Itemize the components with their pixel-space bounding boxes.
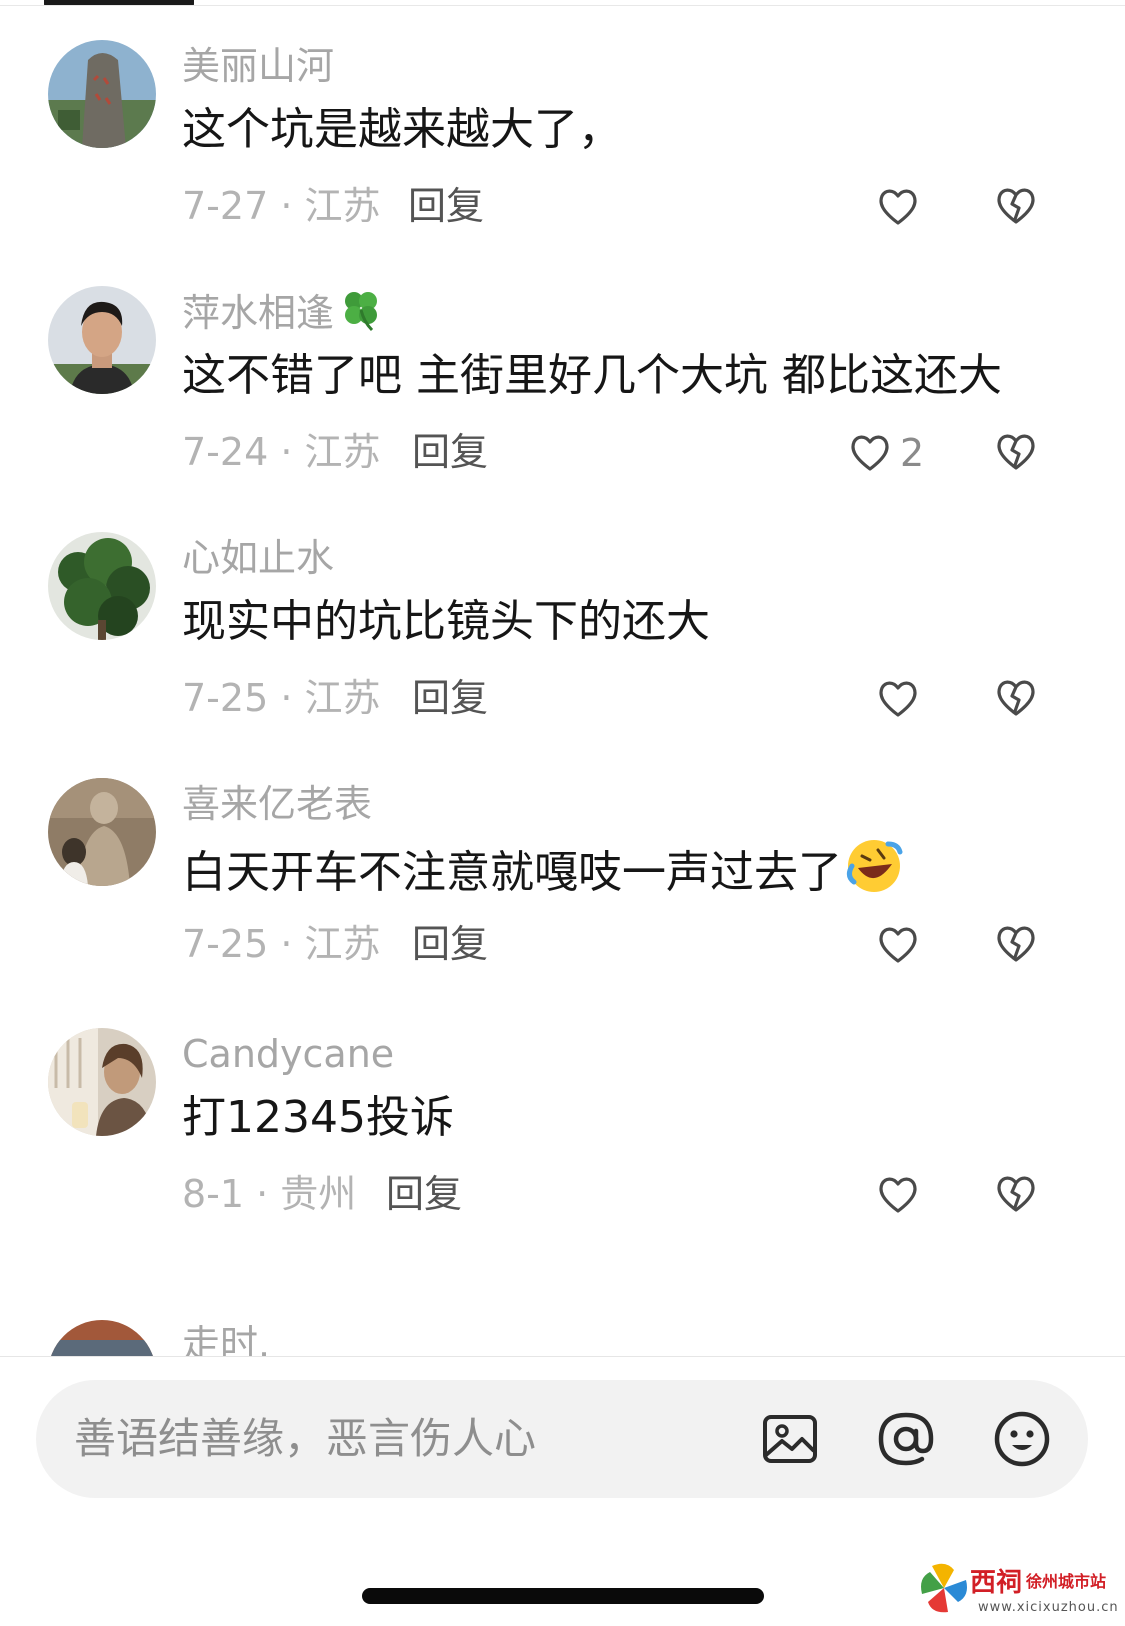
comment-input-placeholder[interactable]: 善语结善缘，恶言伤人心 xyxy=(74,1380,536,1498)
avatar-image xyxy=(48,778,156,886)
comment-username[interactable]: 美丽山河 xyxy=(182,40,334,92)
comment-list-screen: 美丽山河 这个坑是越来越大了， 7-27 · 江苏 回复 萍水相逢 这不错了吧 … xyxy=(0,0,1125,1626)
comment-text: 白天开车不注意就嘎吱一声过去了 xyxy=(182,836,904,914)
avatar-image xyxy=(48,1028,156,1136)
broken-heart-icon xyxy=(997,926,1035,962)
input-divider xyxy=(0,1356,1125,1357)
reply-button[interactable]: 回复 xyxy=(412,914,488,974)
avatar[interactable] xyxy=(48,1320,156,1356)
broken-heart-icon xyxy=(997,188,1035,224)
comment-text: 现实中的坑比镜头下的还大 xyxy=(182,596,710,647)
broken-heart-icon xyxy=(997,680,1035,716)
rolling-laughing-emoji-icon xyxy=(844,836,904,914)
at-mention-icon[interactable] xyxy=(876,1409,936,1469)
comment-username[interactable]: Candycane xyxy=(182,1028,394,1080)
avatar-image xyxy=(48,286,156,394)
avatar-image xyxy=(48,1320,156,1356)
like-button[interactable] xyxy=(876,676,928,722)
comment-date-region: 7-25 · 江苏 xyxy=(182,676,381,720)
comment-date-region: 7-24 · 江苏 xyxy=(182,430,381,474)
home-indicator xyxy=(362,1588,764,1604)
comment-date-region: 8-1 · 贵州 xyxy=(182,1172,357,1216)
reply-button[interactable]: 回复 xyxy=(412,668,488,728)
comment-item: 萍水相逢 这不错了吧 主街里好几个大坑 都比这还大 7-24 · 江苏 回复 2 xyxy=(0,286,1125,526)
reply-button[interactable]: 回复 xyxy=(408,176,484,236)
avatar[interactable] xyxy=(48,778,156,886)
avatar[interactable] xyxy=(48,286,156,394)
comment-username[interactable]: 心如止水 xyxy=(182,532,334,584)
comment-text: 这个坑是越来越大了， xyxy=(182,104,622,155)
comment-meta: 7-25 · 江苏 回复 xyxy=(182,914,1082,974)
comment-text: 这不错了吧 主街里好几个大坑 都比这还大 xyxy=(182,350,1002,401)
comment-meta: 7-24 · 江苏 回复 2 xyxy=(182,422,1082,482)
comment-item-partial: 走时. xyxy=(0,1320,1125,1356)
dislike-button[interactable] xyxy=(994,1172,1038,1216)
heart-outline-icon xyxy=(879,189,917,225)
comment-date-region: 7-27 · 江苏 xyxy=(182,184,381,228)
comment-meta: 7-27 · 江苏 回复 xyxy=(182,176,1082,236)
comment-username[interactable]: 萍水相逢 xyxy=(182,286,384,345)
avatar[interactable] xyxy=(48,40,156,148)
comment-text-content: 白天开车不注意就嘎吱一声过去了 xyxy=(182,847,842,898)
heart-outline-icon xyxy=(851,435,889,471)
comment-username[interactable]: 走时. xyxy=(182,1320,270,1356)
avatar-image xyxy=(48,40,156,148)
comment-input-bar[interactable]: 善语结善缘，恶言伤人心 xyxy=(36,1380,1088,1498)
like-button[interactable]: 2 xyxy=(848,430,924,476)
like-count: 2 xyxy=(900,431,925,475)
pinwheel-logo-icon xyxy=(921,1563,967,1613)
emoji-icon[interactable] xyxy=(992,1409,1052,1469)
watermark-logo: 西祠 徐州城市站 www.xicixuzhou.cn xyxy=(918,1560,1123,1624)
dislike-button[interactable] xyxy=(994,922,1038,966)
comment-item: 心如止水 现实中的坑比镜头下的还大 7-25 · 江苏 回复 xyxy=(0,532,1125,772)
comment-item: 美丽山河 这个坑是越来越大了， 7-27 · 江苏 回复 xyxy=(0,40,1125,280)
four-leaf-clover-icon xyxy=(338,286,384,345)
watermark-name: 西祠 xyxy=(970,1568,1023,1598)
dislike-button[interactable] xyxy=(994,430,1038,474)
like-button[interactable] xyxy=(876,184,928,230)
top-divider xyxy=(0,5,1125,6)
username-text: 萍水相逢 xyxy=(182,291,335,335)
reply-button[interactable]: 回复 xyxy=(386,1164,462,1224)
comment-date-region: 7-25 · 江苏 xyxy=(182,922,381,966)
heart-outline-icon xyxy=(879,1177,917,1213)
watermark-subtitle: 徐州城市站 xyxy=(1026,1572,1107,1591)
like-button[interactable] xyxy=(876,1172,928,1218)
heart-outline-icon xyxy=(879,927,917,963)
avatar[interactable] xyxy=(48,532,156,640)
comment-item: Candycane 打12345投诉 8-1 · 贵州 回复 xyxy=(0,1028,1125,1268)
image-icon[interactable] xyxy=(760,1409,820,1469)
broken-heart-icon xyxy=(997,434,1035,470)
watermark-url: www.xicixuzhou.cn xyxy=(978,1600,1119,1615)
avatar[interactable] xyxy=(48,1028,156,1136)
like-button[interactable] xyxy=(876,922,928,968)
comment-meta: 8-1 · 贵州 回复 xyxy=(182,1164,1082,1224)
comment-item: 喜来亿老表 白天开车不注意就嘎吱一声过去了 7-25 · 江苏 回复 xyxy=(0,778,1125,1018)
dislike-button[interactable] xyxy=(994,676,1038,720)
avatar-image xyxy=(48,532,156,640)
comment-text: 打12345投诉 xyxy=(182,1092,454,1143)
comment-meta: 7-25 · 江苏 回复 xyxy=(182,668,1082,728)
comment-username[interactable]: 喜来亿老表 xyxy=(182,778,372,830)
broken-heart-icon xyxy=(997,1176,1035,1212)
reply-button[interactable]: 回复 xyxy=(412,422,488,482)
heart-outline-icon xyxy=(879,681,917,717)
dislike-button[interactable] xyxy=(994,184,1038,228)
